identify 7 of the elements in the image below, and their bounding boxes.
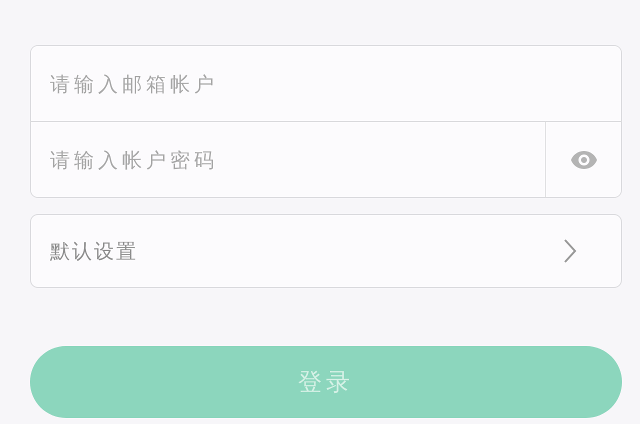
password-field[interactable]: 请输入帐户密码: [31, 122, 545, 197]
chevron-right-icon: [563, 238, 577, 264]
show-password-button[interactable]: [545, 122, 621, 197]
email-field[interactable]: 请输入邮箱帐户: [31, 46, 621, 121]
settings-label: 默认设置: [50, 238, 138, 264]
eye-icon: [570, 150, 598, 170]
settings-row[interactable]: 默认设置: [30, 214, 622, 288]
